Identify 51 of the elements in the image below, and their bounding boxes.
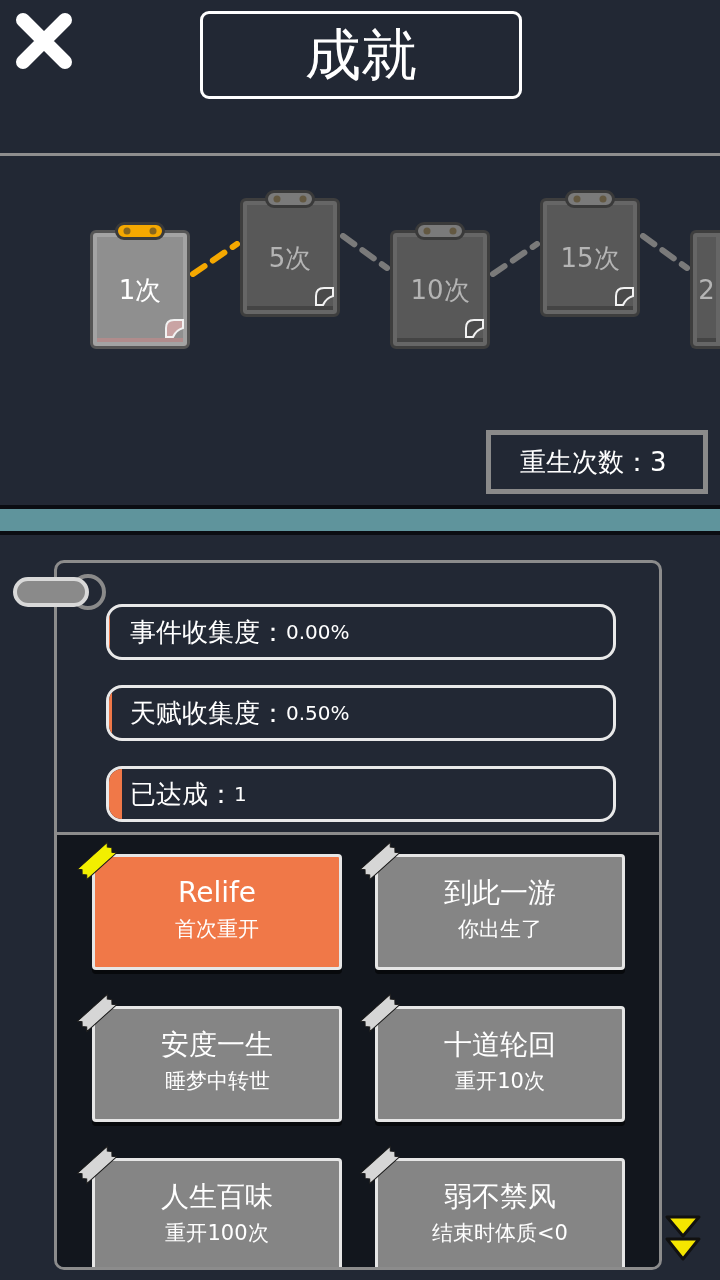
achievement-title: 到此一游	[444, 877, 556, 910]
page-curl-icon	[614, 286, 634, 306]
clip-icon	[265, 190, 315, 208]
dashed-line	[340, 233, 390, 271]
tape-icon	[358, 1145, 402, 1185]
clipboard[interactable]: 2	[690, 230, 720, 349]
achievement-title: 安度一生	[161, 1029, 273, 1062]
stat-label: 天赋收集度：	[130, 700, 286, 726]
dashed-line	[640, 233, 690, 271]
achievement-title: 十道轮回	[444, 1029, 556, 1062]
dashed-line	[490, 241, 540, 277]
clipboard[interactable]: 15次	[540, 198, 640, 317]
page-curl-icon	[314, 286, 334, 306]
achievement-description: 重开100次	[165, 1221, 269, 1246]
tape-icon	[75, 841, 119, 881]
achievement-description: 重开10次	[455, 1069, 545, 1094]
tape-icon	[358, 993, 402, 1033]
tape-icon	[75, 993, 119, 1033]
achievement-description: 结束时体质<0	[432, 1221, 568, 1246]
double-down-arrow-icon	[664, 1214, 702, 1262]
achievement-title: 人生百味	[161, 1181, 273, 1214]
page-curl-icon	[164, 318, 184, 338]
tape-icon	[75, 1145, 119, 1185]
achievement-description: 睡梦中转世	[164, 1069, 270, 1094]
milestone-label: 5次	[268, 244, 312, 271]
clipboard[interactable]: 1次	[90, 230, 190, 349]
page-curl-icon	[464, 318, 484, 338]
clipboard[interactable]: 5次	[240, 198, 340, 317]
rebirth-count: 重生次数：3	[486, 430, 708, 494]
clip-icon	[565, 190, 615, 208]
achievement-title: Relife	[177, 877, 257, 910]
achievement-description: 你出生了	[458, 917, 542, 942]
achievement-title: 弱不禁风	[444, 1181, 556, 1214]
stat-value: 1	[234, 784, 247, 804]
clip-icon	[415, 222, 465, 240]
clipboard[interactable]: 10次	[390, 230, 490, 349]
tape-icon	[358, 841, 402, 881]
dashed-line	[190, 241, 240, 277]
stat-label: 已达成：	[130, 781, 234, 807]
stat-value: 0.50%	[286, 703, 350, 723]
close-icon	[14, 12, 74, 70]
stat-value: 0.00%	[286, 622, 350, 642]
stat-label: 事件收集度：	[130, 619, 286, 645]
milestone-label: 2	[698, 276, 715, 303]
milestone-label: 10次	[410, 276, 470, 303]
clip-icon	[115, 222, 165, 240]
close-button[interactable]	[14, 12, 74, 70]
milestone-label: 1次	[118, 276, 162, 303]
milestone-label: 15次	[560, 244, 620, 271]
page-title: 成就	[200, 11, 522, 99]
achievement-description: 首次重开	[175, 917, 259, 942]
